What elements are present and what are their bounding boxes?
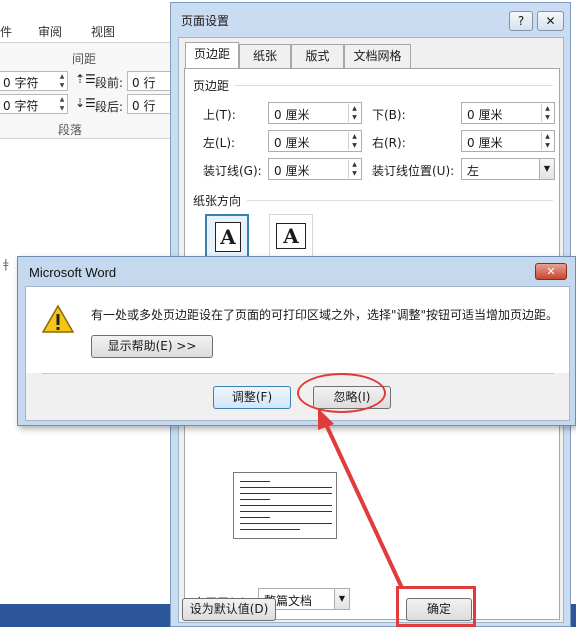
- annotation-arrow-icon: [318, 408, 404, 589]
